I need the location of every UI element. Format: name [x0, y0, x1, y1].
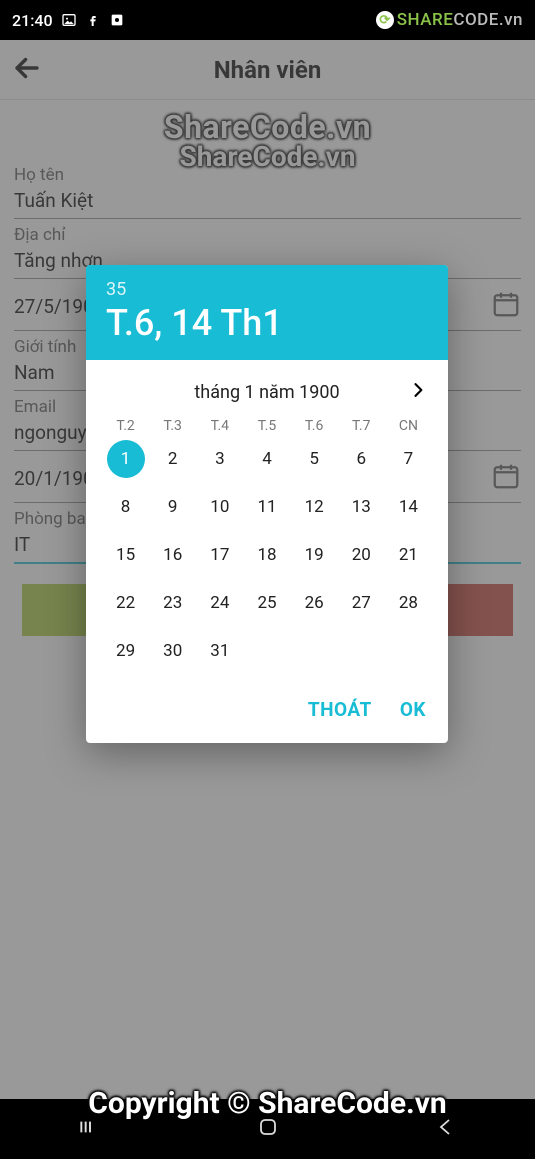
app-icon [109, 12, 125, 28]
day-cell[interactable]: 30 [149, 632, 196, 670]
ok-button[interactable]: OK [400, 698, 426, 721]
day-cell[interactable]: 31 [196, 632, 243, 670]
day-cell[interactable]: 11 [243, 488, 290, 526]
weekday-header: T.2T.3T.4T.5T.6T.7CN [102, 418, 432, 434]
image-icon [61, 12, 77, 28]
day-cell[interactable]: 17 [196, 536, 243, 574]
picker-year[interactable]: 35 [106, 279, 428, 300]
day-cell[interactable]: 22 [102, 584, 149, 622]
picker-headline[interactable]: T.6, 14 Th1 [106, 302, 428, 344]
status-bar: 21:40 ⟳ SHARECODE.vn [0, 0, 535, 40]
system-nav-bar [0, 1099, 535, 1159]
weekday-cell: T.5 [243, 418, 290, 434]
day-cell[interactable]: 6 [338, 440, 385, 478]
day-cell[interactable]: 25 [243, 584, 290, 622]
day-cell[interactable]: 19 [291, 536, 338, 574]
day-cell[interactable]: 21 [385, 536, 432, 574]
days-grid: 1234567891011121314151617181920212223242… [102, 440, 432, 670]
day-cell[interactable]: 28 [385, 584, 432, 622]
day-cell[interactable]: 27 [338, 584, 385, 622]
day-cell[interactable]: 2 [149, 440, 196, 478]
back-system-button[interactable] [434, 1115, 458, 1143]
day-cell[interactable]: 9 [149, 488, 196, 526]
weekday-cell: T.7 [338, 418, 385, 434]
day-cell[interactable]: 16 [149, 536, 196, 574]
facebook-icon [85, 12, 101, 28]
picker-month-label: tháng 1 năm 1900 [194, 382, 339, 403]
day-cell[interactable]: 10 [196, 488, 243, 526]
day-cell[interactable]: 12 [291, 488, 338, 526]
day-cell[interactable]: 7 [385, 440, 432, 478]
day-cell[interactable]: 15 [102, 536, 149, 574]
picker-header: 35 T.6, 14 Th1 [86, 265, 448, 360]
day-cell[interactable]: 8 [102, 488, 149, 526]
weekday-cell: T.3 [149, 418, 196, 434]
day-cell[interactable]: 4 [243, 440, 290, 478]
day-cell[interactable]: 3 [196, 440, 243, 478]
day-cell[interactable]: 1 [102, 440, 149, 478]
weekday-cell: T.2 [102, 418, 149, 434]
next-month-button[interactable] [408, 380, 428, 404]
status-time: 21:40 [12, 11, 53, 30]
day-cell[interactable]: 18 [243, 536, 290, 574]
day-cell[interactable]: 23 [149, 584, 196, 622]
day-cell[interactable]: 20 [338, 536, 385, 574]
day-cell[interactable]: 13 [338, 488, 385, 526]
day-cell[interactable]: 14 [385, 488, 432, 526]
recents-button[interactable] [77, 1114, 103, 1144]
day-cell[interactable]: 29 [102, 632, 149, 670]
cancel-button[interactable]: THOÁT [308, 698, 372, 721]
weekday-cell: CN [385, 418, 432, 434]
day-cell[interactable]: 26 [291, 584, 338, 622]
day-cell[interactable]: 5 [291, 440, 338, 478]
brand-logo: ⟳ SHARECODE.vn [376, 10, 523, 30]
day-cell[interactable]: 24 [196, 584, 243, 622]
weekday-cell: T.6 [291, 418, 338, 434]
weekday-cell: T.4 [196, 418, 243, 434]
sharecode-badge-icon: ⟳ [376, 11, 394, 29]
home-button[interactable] [256, 1115, 280, 1143]
date-picker-dialog: 35 T.6, 14 Th1 tháng 1 năm 1900 T.2T.3T.… [86, 265, 448, 743]
